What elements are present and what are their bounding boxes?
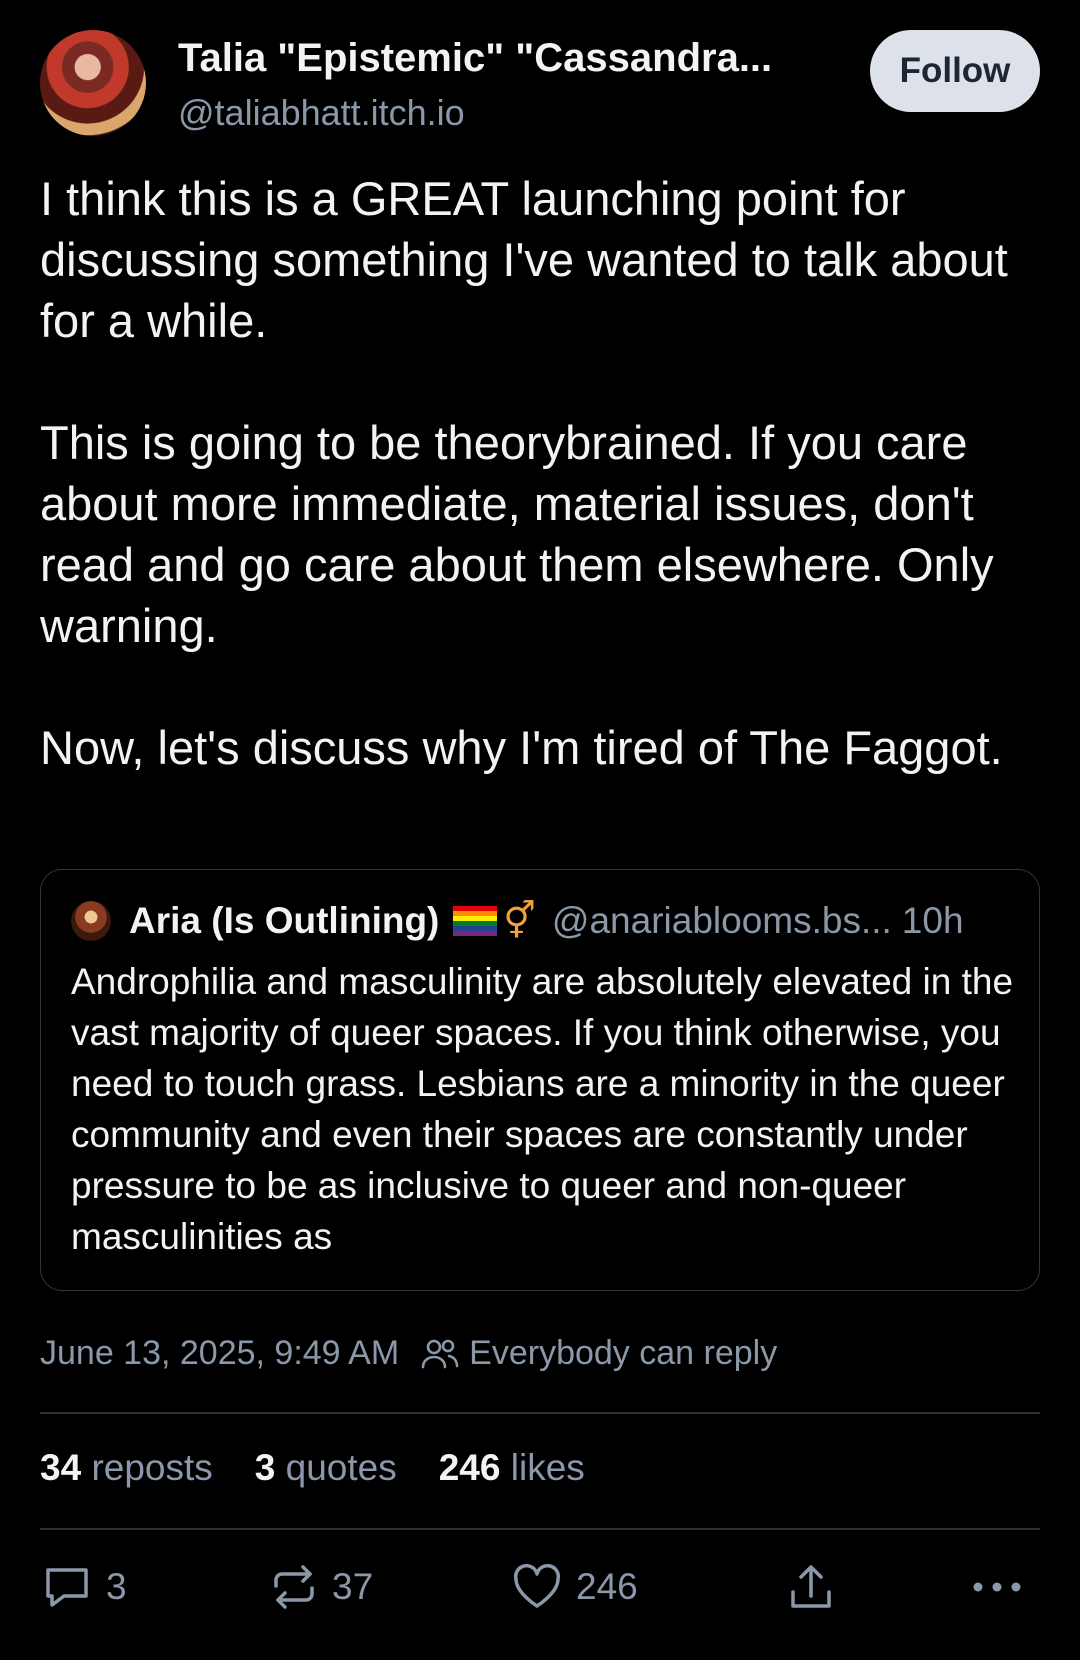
reply-setting: Everybody can reply [469,1334,778,1372]
repost-count: 37 [332,1566,374,1607]
share-button[interactable] [788,1564,834,1612]
quoted-author-avatar [71,901,111,941]
people-icon [421,1339,459,1368]
post-meta: June 13, 2025, 9:49 AM Everybody can rep… [40,1334,777,1373]
quoted-post-header: Aria (Is Outlining) ⚥ @anariablooms.bs..… [71,900,1009,942]
quotes-stat[interactable]: 3 quotes [255,1447,397,1489]
reply-button[interactable]: 3 [42,1564,127,1610]
divider [40,1412,1040,1414]
like-count: 246 [576,1566,638,1607]
author-handle[interactable]: @taliabhatt.itch.io [178,92,465,134]
transgender-symbol-icon: ⚥ [503,900,536,941]
more-options-button[interactable] [970,1564,1024,1610]
quoted-post[interactable]: Aria (Is Outlining) ⚥ @anariablooms.bs..… [40,869,1040,1291]
post-paragraph: I think this is a GREAT launching point … [40,172,1008,347]
quoted-author-handle: @anariablooms.bs... [551,900,892,941]
post-timestamp: June 13, 2025, 9:49 AM [40,1334,400,1372]
post-paragraph: Now, let's discuss why I'm tired of The … [40,721,1003,774]
post-paragraph: This is going to be theorybrained. If yo… [40,416,994,652]
reply-icon [46,1568,88,1607]
like-button[interactable]: 246 [512,1564,638,1610]
action-bar: 3 37 246 [40,1564,1040,1620]
more-icon [973,1582,1021,1592]
post-header: Talia "Epistemic" "Cassandra... @taliabh… [40,30,1040,136]
like-icon [513,1564,561,1608]
divider [40,1528,1040,1530]
reply-count: 3 [106,1566,127,1607]
share-icon [791,1565,831,1608]
quoted-author-name: Aria (Is Outlining) [129,900,440,941]
post-text: I think this is a GREAT launching point … [40,168,1040,778]
repost-icon [274,1565,314,1609]
engagement-stats: 34 reposts 3 quotes 246 likes [40,1447,627,1489]
follow-button[interactable]: Follow [870,30,1040,112]
author-avatar[interactable] [40,30,146,136]
quoted-post-text: Androphilia and masculinity are absolute… [71,961,1014,1257]
author-name[interactable]: Talia "Epistemic" "Cassandra... [178,36,858,81]
likes-stat[interactable]: 246 likes [439,1447,585,1489]
rainbow-flag-icon [453,906,498,936]
quoted-post-time: 10h [901,900,964,941]
reposts-stat[interactable]: 34 reposts [40,1447,213,1489]
repost-button[interactable]: 37 [270,1564,373,1610]
